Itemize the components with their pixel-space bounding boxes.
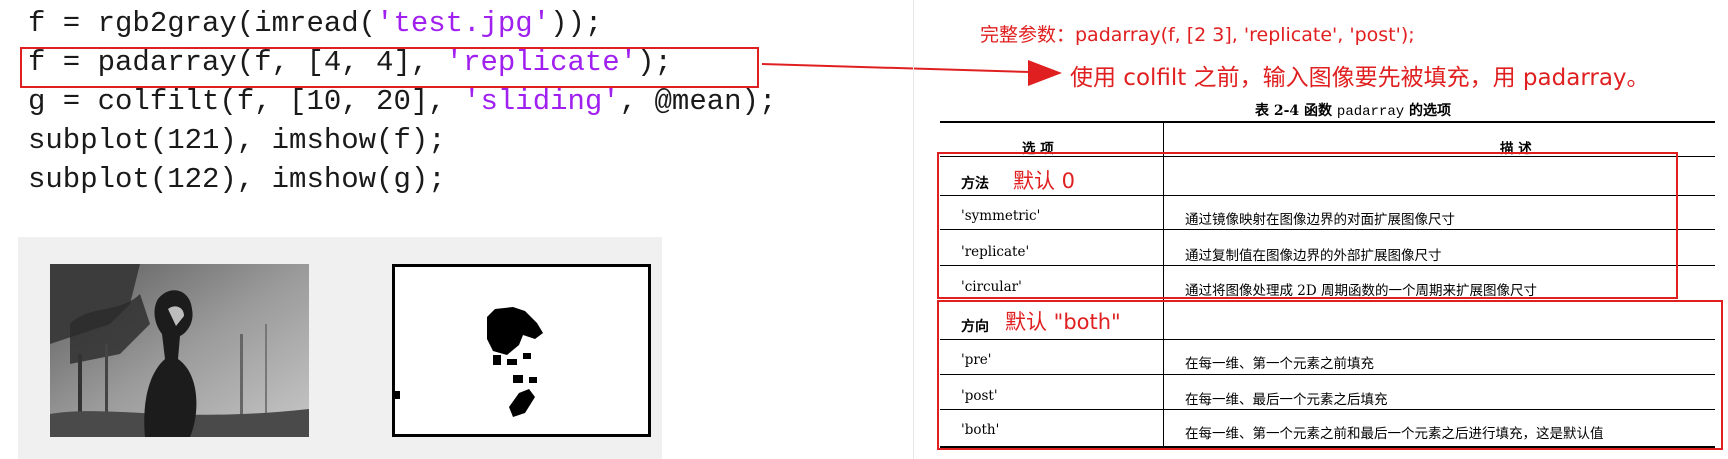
figure-panel xyxy=(18,237,662,459)
method-highlight-box xyxy=(937,152,1678,299)
table-top-rule xyxy=(940,121,1715,123)
full-params-note: 完整参数：padarray(f, [2 3], 'replicate', 'po… xyxy=(980,24,1415,46)
direction-highlight-box xyxy=(937,300,1723,450)
column-divider xyxy=(913,0,914,459)
grayscale-photo xyxy=(50,264,309,437)
explanation-note: 使用 colfilt 之前，输入图像要先被填充，用 padarray。 xyxy=(1070,65,1650,91)
filtered-binary-image xyxy=(392,264,651,437)
table-title: 表 2-4 函数 padarray 的选项 xyxy=(1255,103,1452,120)
